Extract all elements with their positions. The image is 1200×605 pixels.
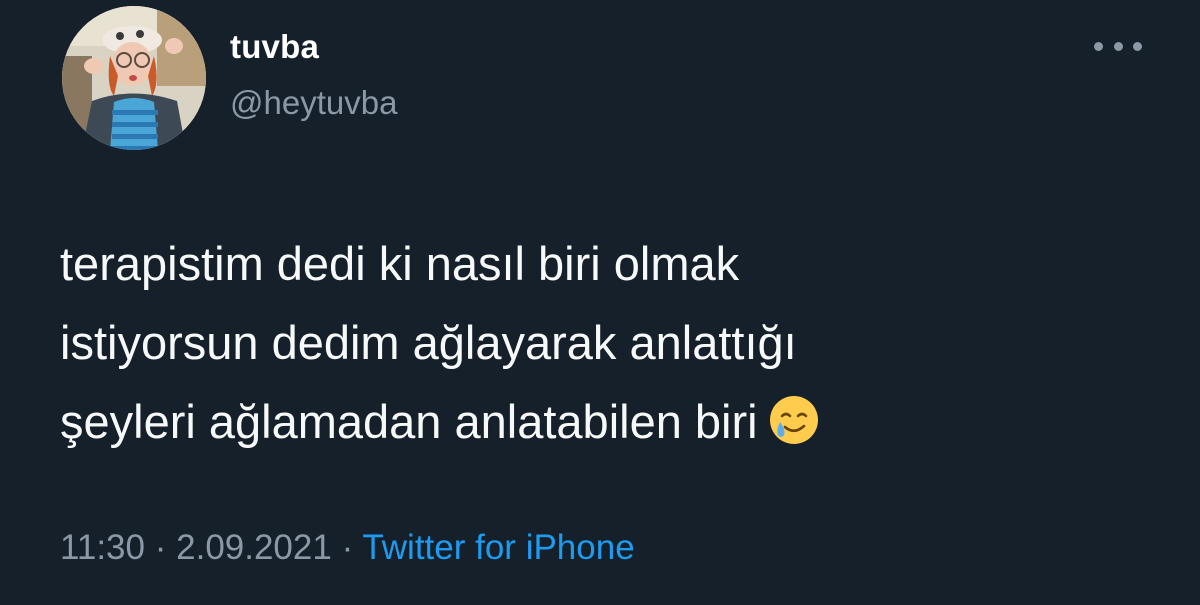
tweet-card: tuvba @heytuvba terapistim dedi ki nasıl… — [0, 0, 1200, 605]
tweet-text-line: terapistim dedi ki nasıl biri olmak — [60, 237, 740, 290]
meta-separator: · — [341, 528, 354, 567]
smiling-face-with-tear-icon — [769, 396, 818, 444]
tweet-metadata: 11:30 · 2.09.2021 · Twitter for iPhone — [60, 528, 635, 568]
tweet-text-line: istiyorsun dedim ağlayarak anlattığı — [60, 316, 797, 369]
meta-separator: · — [154, 528, 167, 567]
more-horizontal-icon — [1094, 41, 1103, 51]
tweet-time[interactable]: 11:30 — [60, 528, 145, 567]
avatar[interactable] — [62, 6, 206, 150]
more-horizontal-icon-dot — [1113, 41, 1123, 51]
tweet-text: terapistim dedi ki nasıl biri olmak isti… — [60, 224, 1140, 461]
tweet-source-link[interactable]: Twitter for iPhone — [362, 528, 634, 567]
avatar-image — [62, 6, 206, 150]
more-horizontal-icon-dot — [1133, 41, 1142, 51]
display-name[interactable]: tuvba — [230, 28, 319, 66]
tweet-text-line-with-emoji: şeyleri ağlamadan anlatabilen biri — [60, 382, 1140, 461]
tweet-text-line: şeyleri ağlamadan anlatabilen biri — [60, 395, 758, 448]
more-options-button[interactable] — [1094, 34, 1142, 58]
user-handle[interactable]: @heytuvba — [230, 84, 397, 122]
tweet-date[interactable]: 2.09.2021 — [176, 528, 332, 567]
